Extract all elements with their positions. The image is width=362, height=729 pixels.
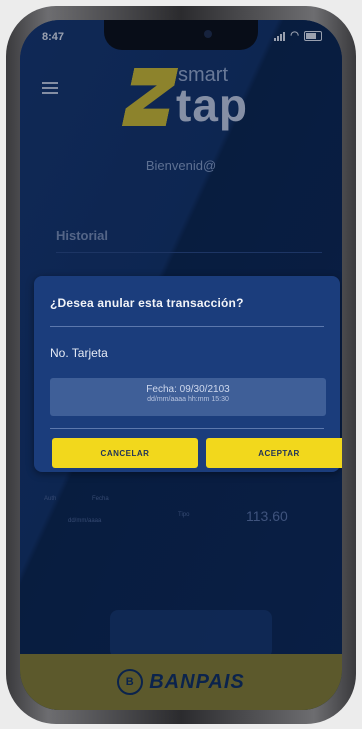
- cancel-button[interactable]: CANCELAR: [52, 438, 198, 468]
- transaction-time: dd/mm/aaaa hh:mm 15:30: [147, 396, 229, 403]
- cancel-transaction-dialog: ¿Desea anular esta transacción? No. Tarj…: [34, 276, 342, 472]
- dialog-title: ¿Desea anular esta transacción?: [50, 296, 244, 310]
- app-screen: 8:47 ◠ smart tap Bienvenid@ Historial Au…: [20, 20, 342, 710]
- transaction-date: Fecha: 09/30/2103: [146, 384, 230, 395]
- card-number-label: No. Tarjeta: [50, 346, 108, 360]
- transaction-date-box: Fecha: 09/30/2103 dd/mm/aaaa hh:mm 15:30: [50, 378, 326, 416]
- accept-button[interactable]: ACEPTAR: [206, 438, 342, 468]
- phone-frame: 8:47 ◠ smart tap Bienvenid@ Historial Au…: [6, 6, 356, 724]
- dialog-divider: [50, 326, 324, 327]
- dialog-divider-bottom: [50, 428, 324, 429]
